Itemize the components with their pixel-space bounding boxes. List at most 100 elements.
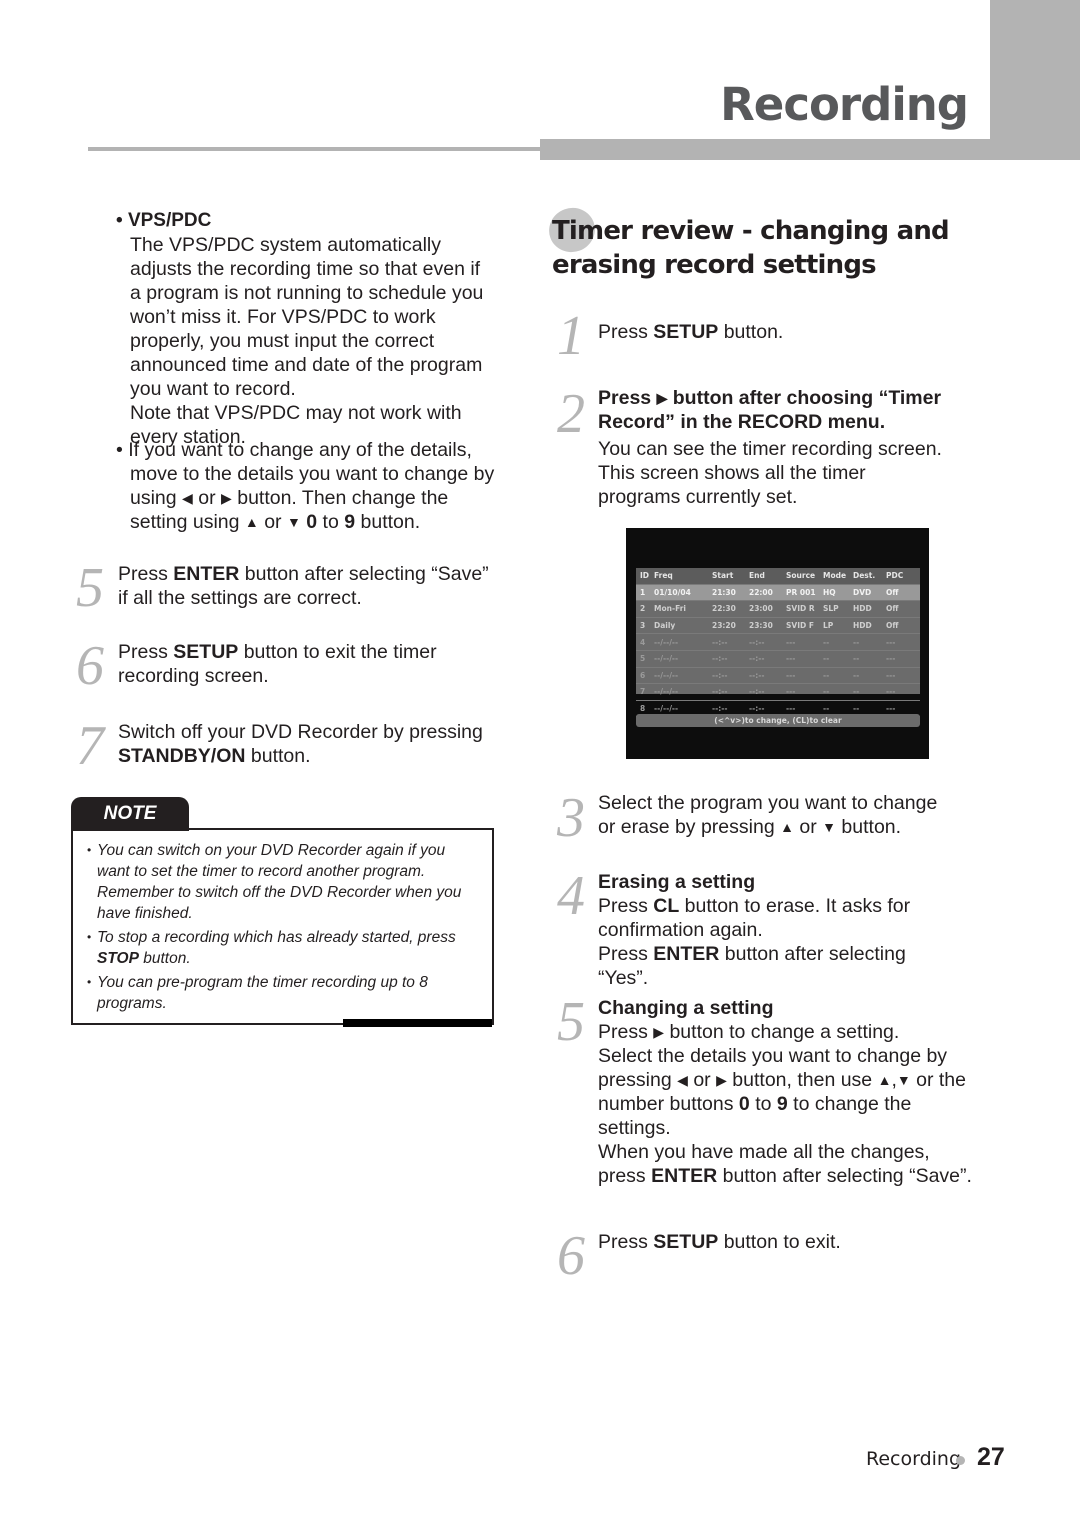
footer-section-label: Recording — [866, 1448, 962, 1470]
timer-cell: 22:00 — [749, 587, 773, 597]
note-label: NOTE — [71, 797, 189, 831]
timer-cell: -- — [853, 670, 860, 680]
timer-cell: SVID F — [786, 621, 814, 631]
timer-cell: HDD — [853, 604, 872, 614]
timer-cell: Off — [886, 621, 899, 631]
timer-cell: --:-- — [749, 654, 765, 664]
timer-cell: --- — [886, 687, 896, 697]
up-arrow-icon: ▲ — [877, 1072, 892, 1088]
timer-cell: --:-- — [749, 687, 765, 697]
down-arrow-icon: ▼ — [286, 514, 301, 530]
timer-cell: LP — [823, 621, 834, 631]
timer-cell: 5 — [640, 654, 646, 664]
step-heading: Press ▶ button after choosing “Timer Rec… — [598, 387, 942, 433]
down-arrow-icon: ▼ — [822, 819, 836, 835]
bullet-change-details: • If you want to change any of the detai… — [116, 439, 495, 533]
timer-cell: Freq — [654, 571, 673, 581]
timer-cell: 6 — [640, 670, 646, 680]
step-text: Erasing a setting Press CL button to era… — [598, 870, 958, 990]
timer-cell: SVID R — [786, 604, 815, 614]
timer-cell: --/--/-- — [654, 654, 679, 664]
step-text: Select the program you want to change or… — [598, 792, 938, 838]
timer-cell: --- — [786, 704, 796, 714]
timer-cell: --- — [786, 687, 796, 697]
timer-cell: 23:20 — [712, 621, 736, 631]
timer-cell: --:-- — [712, 637, 728, 647]
timer-cell: --- — [886, 704, 896, 714]
timer-cell: --/--/-- — [654, 670, 679, 680]
chapter-title: Recording — [720, 78, 969, 131]
timer-cell: Off — [886, 604, 899, 614]
vps-pdc-paragraph: The VPS/PDC system automatically adjusts… — [130, 234, 484, 400]
footer-dot — [956, 1456, 965, 1465]
step-number: 6 — [557, 1225, 585, 1287]
timer-table-row[interactable]: 1 01/10/04 21:30 22:00 PR 001 HQ DVD Off — [636, 584, 920, 602]
right-arrow-icon: ▶ — [653, 1024, 665, 1040]
timer-cell: -- — [823, 670, 830, 680]
bullet-vps-pdc: • VPS/PDC The VPS/PDC system automatical… — [116, 209, 496, 449]
timer-cell: -- — [823, 704, 830, 714]
step-number: 7 — [76, 715, 104, 777]
timer-cell: Mon-Fri — [654, 604, 686, 614]
step-text: Switch off your DVD Recorder by pressing… — [118, 721, 483, 767]
timer-cell: --:-- — [749, 670, 765, 680]
down-arrow-icon: ▼ — [896, 1072, 911, 1088]
timer-table-row[interactable]: 6 --/--/-- --:-- --:-- --- -- -- --- — [636, 668, 920, 685]
timer-cell: --/--/-- — [654, 687, 679, 697]
timer-cell: -- — [853, 704, 860, 714]
timer-cell: PDC — [886, 571, 904, 581]
timer-cell: -- — [853, 687, 860, 697]
timer-table-row[interactable]: 3 Daily 23:20 23:30 SVID F LP HDD Off — [636, 618, 920, 635]
left-arrow-icon: ◀ — [182, 490, 193, 506]
timer-cell: -- — [823, 654, 830, 664]
timer-cell: --- — [786, 670, 796, 680]
timer-cell: 4 — [640, 637, 646, 647]
timer-cell: Source — [786, 571, 816, 581]
timer-table-row[interactable]: 4 --/--/-- --:-- --:-- --- -- -- --- — [636, 634, 920, 651]
step-heading: Erasing a setting — [598, 871, 756, 893]
timer-table-row[interactable]: 2 Mon-Fri 22:30 23:00 SVID R SLP HDD Off — [636, 601, 920, 618]
vps-pdc-heading: VPS/PDC — [127, 210, 212, 231]
timer-table-row[interactable]: 7 --/--/-- --:-- --:-- --- -- -- --- — [636, 684, 920, 701]
left-arrow-icon: ◀ — [677, 1072, 688, 1088]
header-bar — [540, 139, 1080, 160]
timer-cell: --:-- — [749, 704, 765, 714]
note-box: You can switch on your DVD Recorder agai… — [71, 828, 494, 1025]
up-arrow-icon: ▲ — [780, 819, 794, 835]
page-number: 27 — [977, 1443, 1005, 1471]
timer-cell: --/--/-- — [654, 637, 679, 647]
timer-cell: HDD — [853, 621, 872, 631]
header-rule — [88, 147, 540, 151]
step-number: 5 — [557, 991, 585, 1053]
note-item: To stop a recording which has already st… — [87, 927, 482, 969]
timer-cell: -- — [853, 654, 860, 664]
timer-cell: 01/10/04 — [654, 587, 691, 597]
step-number: 5 — [76, 557, 104, 619]
timer-cell: 8 — [640, 704, 646, 714]
timer-cell: 2 — [640, 604, 646, 614]
timer-cell: Dest. — [853, 571, 876, 581]
step-number: 2 — [557, 383, 585, 445]
timer-cell: Off — [886, 587, 899, 597]
timer-cell: --- — [786, 637, 796, 647]
timer-cell: --:-- — [712, 704, 728, 714]
timer-cell: --/--/-- — [654, 704, 679, 714]
timer-hint-bar: (<^v>)to change, (CL)to clear — [636, 714, 920, 727]
timer-cell: --:-- — [712, 654, 728, 664]
timer-cell: --- — [786, 654, 796, 664]
note-underline — [343, 1019, 492, 1027]
timer-table: ID Freq Start End Source Mode Dest. PDC 1 01/10/0… — [636, 568, 920, 718]
timer-cell: SLP — [823, 604, 839, 614]
timer-table-header: ID Freq Start End Source Mode Dest. PDC — [636, 568, 920, 585]
section-title: Timer review - changing and erasing reco… — [552, 216, 950, 280]
timer-cell: --- — [886, 637, 896, 647]
timer-cell: -- — [823, 687, 830, 697]
step-number: 1 — [557, 305, 585, 367]
timer-cell: DVD — [853, 587, 872, 597]
timer-cell: PR 001 — [786, 587, 816, 597]
timer-cell: 7 — [640, 687, 646, 697]
timer-table-row[interactable]: 5 --/--/-- --:-- --:-- --- -- -- --- — [636, 651, 920, 668]
step-heading: Changing a setting — [598, 997, 774, 1019]
step-number: 6 — [76, 635, 104, 697]
timer-cell: ID — [640, 571, 650, 581]
